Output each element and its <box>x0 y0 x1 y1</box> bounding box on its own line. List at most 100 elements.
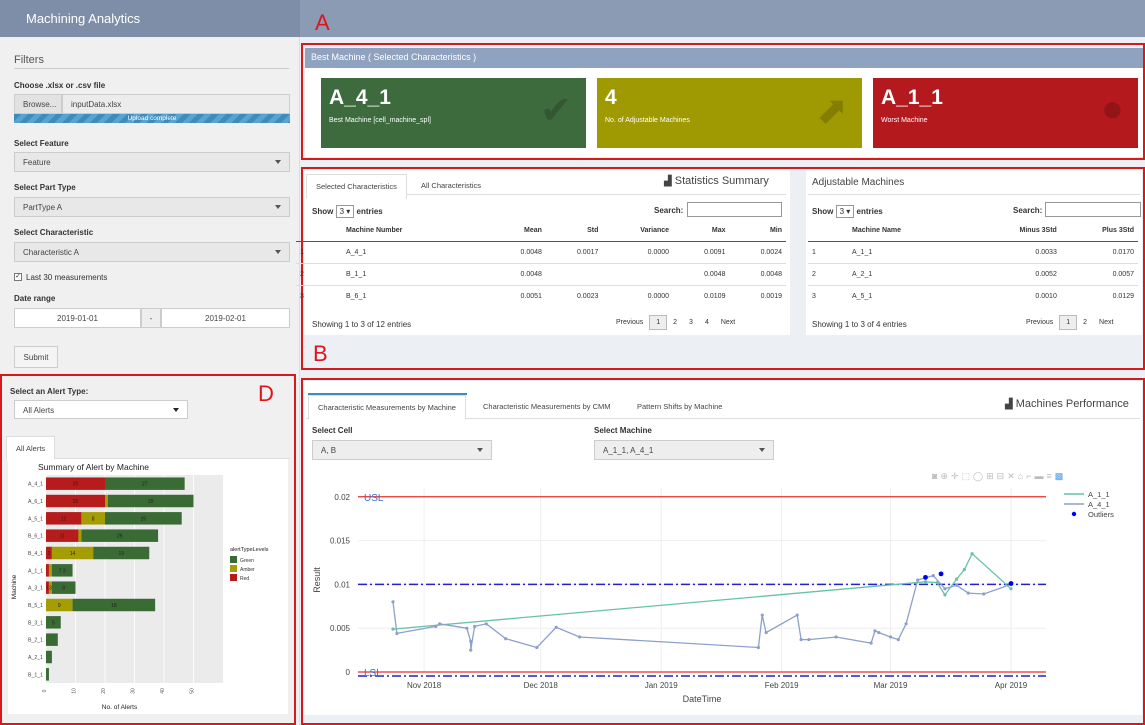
pagination-item[interactable]: Previous <box>610 316 649 329</box>
y-tick-label: A_3_1 <box>28 586 43 592</box>
performance-chart: 0 0.005 0.01 0.015 0.02 Nov 2018 Dec 2018 Jan 2… <box>312 488 1114 704</box>
adjust-search-input[interactable] <box>1045 202 1141 217</box>
date-to-input[interactable]: 2019-02-01 <box>161 308 290 328</box>
bar-data-label: 20 <box>73 499 79 505</box>
tab-measurements-by-cmm[interactable]: Characteristic Measurements by CMM <box>474 395 620 418</box>
adjust-pagination: Previous 1 2 Next <box>1020 315 1119 330</box>
pagination-item[interactable]: 3 <box>683 316 699 329</box>
series-point <box>1009 587 1013 591</box>
table-cell: 0.0019 <box>729 285 786 307</box>
series-point <box>970 552 974 556</box>
legend-label[interactable]: A_1_1 <box>1088 490 1110 499</box>
stats-col-machine[interactable]: Machine Number <box>316 220 490 242</box>
tab-selected-characteristics[interactable]: Selected Characteristics <box>306 174 407 199</box>
series-point <box>869 641 873 645</box>
bar-data-label: 19 <box>118 551 124 557</box>
browse-button[interactable]: Browse... <box>14 94 62 114</box>
y-tick-label: 0 <box>346 668 351 677</box>
submit-button[interactable]: Submit <box>14 346 58 368</box>
series-point <box>469 648 473 652</box>
series-point <box>391 627 395 631</box>
value-box-label: Worst Machine <box>881 117 928 124</box>
adjust-page-size-select[interactable]: 3 ▾ <box>835 205 855 218</box>
feature-select[interactable]: Feature <box>14 152 290 172</box>
alert-type-label: Select an Alert Type: <box>10 387 89 396</box>
section-label-a: A <box>315 10 330 35</box>
adjust-col-plus[interactable]: Plus 3Std <box>1060 220 1138 242</box>
pagination-item[interactable]: Next <box>1093 316 1119 329</box>
stats-col-max[interactable]: Max <box>673 220 730 242</box>
table-cell: 1 <box>296 241 316 264</box>
y-tick-label: 0.015 <box>330 537 351 546</box>
pagination-item[interactable]: 2 <box>1077 316 1093 329</box>
series-point <box>954 583 959 587</box>
table-cell: 0.0048 <box>489 241 546 264</box>
pagination-item[interactable]: 1 <box>649 315 668 330</box>
pagination-item[interactable]: Next <box>715 316 741 329</box>
select-cell[interactable]: A, B <box>312 440 492 460</box>
bar-chart-icon: ▟ <box>664 176 672 187</box>
thumbs-down-icon: ● <box>1101 88 1124 130</box>
check-icon: ✔ <box>540 90 572 132</box>
parttype-select[interactable]: PartType A <box>14 197 290 217</box>
alert-type-select[interactable]: All Alerts <box>14 400 188 419</box>
table-cell: 0.0057 <box>1060 263 1138 286</box>
y-tick-label: A_1_1 <box>28 568 43 574</box>
adjust-search-label: Search: <box>1013 206 1043 215</box>
series-point <box>943 587 947 591</box>
select-machine-value: A_1_1, A_4_1 <box>603 446 654 455</box>
last30-checkbox[interactable]: ✓ <box>14 273 22 281</box>
tab-measurements-by-machine[interactable]: Characteristic Measurements by Machine <box>308 395 466 420</box>
table-cell: 0.0129 <box>1060 285 1138 307</box>
table-cell: 0.0000 <box>602 285 674 307</box>
chevron-down-icon <box>477 448 483 452</box>
pagination-item[interactable]: 2 <box>667 316 683 329</box>
value-box-2: 4 No. of Adjustable Machines ⬈ <box>597 78 862 148</box>
legend-label[interactable]: Outliers <box>1088 510 1114 519</box>
legend-label: Green <box>240 558 254 564</box>
feature-label: Select Feature <box>14 139 69 148</box>
series-point <box>982 592 986 596</box>
stats-search-label: Search: <box>654 206 684 215</box>
stats-page-size-select[interactable]: 3 ▾ <box>335 205 355 218</box>
stats-col-std[interactable]: Std <box>545 220 603 242</box>
pagination-item[interactable]: 1 <box>1059 315 1078 330</box>
tab-all-alerts[interactable]: All Alerts <box>6 436 56 461</box>
bar-data-label: 14 <box>70 551 76 557</box>
table-cell: 0.0048 <box>673 263 730 286</box>
bar-data-label: 11 <box>60 534 65 540</box>
alert-summary-chart: Summary of Alert by Machine 0 10 20 30 40 50 A_… <box>8 459 288 714</box>
series-line-A_4_1 <box>392 574 1012 651</box>
y-tick-label: 0.005 <box>330 624 351 633</box>
select-machine[interactable]: A_1_1, A_4_1 <box>594 440 774 460</box>
bar-segment-amber <box>48 564 52 577</box>
series-point <box>391 600 395 604</box>
statistics-summary-label: Statistics Summary <box>674 175 769 187</box>
adjust-show-label: Show 3 ▾ entries <box>812 205 883 218</box>
table-cell: 0.0024 <box>729 241 786 264</box>
table-row: 3 B_6_1 0.0051 0.0023 0.0000 0.0109 0.0019 <box>296 285 786 307</box>
series-point <box>904 622 908 626</box>
characteristic-select[interactable]: Characteristic A <box>14 242 290 262</box>
adjust-col-index <box>808 220 832 242</box>
tab-all-characteristics[interactable]: All Characteristics <box>412 174 490 197</box>
adjust-col-minus[interactable]: Minus 3Std <box>973 220 1061 242</box>
value-box-value: 4 <box>605 86 617 109</box>
section-label-b: B <box>313 341 328 366</box>
bar-data-label: 26 <box>141 516 147 522</box>
date-from-input[interactable]: 2019-01-01 <box>14 308 141 328</box>
pagination-item[interactable]: 4 <box>699 316 715 329</box>
pagination-item[interactable]: Previous <box>1020 316 1059 329</box>
adjust-col-name[interactable]: Machine Name <box>832 220 974 242</box>
y-tick-label: B_3_1 <box>28 620 43 626</box>
legend-label[interactable]: A_4_1 <box>1088 500 1110 509</box>
stats-col-variance[interactable]: Variance <box>602 220 674 242</box>
stats-col-min[interactable]: Min <box>729 220 786 242</box>
series-point <box>799 637 803 642</box>
stats-search-input[interactable] <box>687 202 782 217</box>
parttype-label: Select Part Type <box>14 183 76 192</box>
alert-type-value: All Alerts <box>23 406 55 415</box>
stats-col-mean[interactable]: Mean <box>489 220 546 242</box>
tab-pattern-shifts[interactable]: Pattern Shifts by Machine <box>628 395 731 418</box>
chevron-down-icon <box>275 250 281 254</box>
